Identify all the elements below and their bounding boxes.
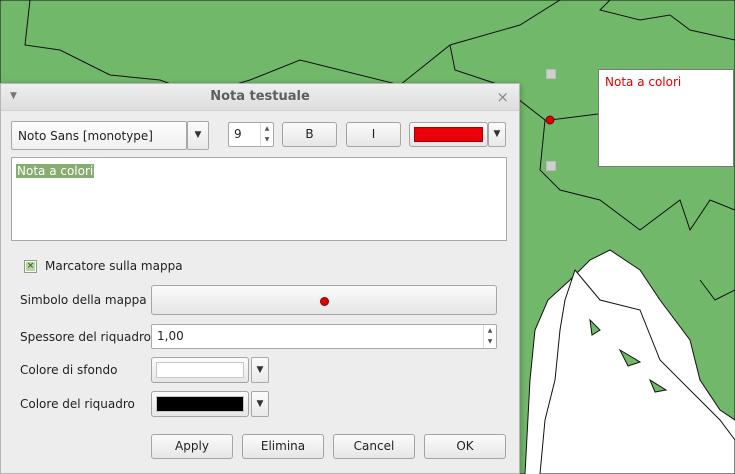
frame-width-value: 1,00 — [157, 329, 184, 343]
chevron-down-icon: ▼ — [493, 129, 501, 139]
background-color-button[interactable] — [151, 357, 249, 383]
marker-checkbox-label[interactable]: Marcatore sulla mappa — [45, 259, 183, 273]
background-color-dropdown[interactable]: ▼ — [251, 357, 269, 383]
resize-handle-bottom[interactable] — [546, 161, 556, 171]
cancel-label: Cancel — [353, 439, 395, 453]
annotation-box[interactable]: Nota a colori — [598, 69, 734, 167]
background-color-label: Colore di sfondo — [20, 363, 118, 377]
spin-arrows-icon[interactable]: ▲ ▼ — [260, 123, 273, 146]
annotation-text: Nota a colori — [605, 75, 682, 89]
frame-color-dropdown[interactable]: ▼ — [251, 391, 269, 417]
frame-color-swatch — [156, 396, 244, 412]
bold-button[interactable]: B — [282, 122, 337, 147]
chevron-down-icon: ▼ — [194, 130, 202, 140]
dialog-title: Nota testuale — [210, 89, 310, 104]
ok-button[interactable]: OK — [424, 434, 506, 459]
frame-width-spinbox[interactable]: 1,00 ▲ ▼ — [151, 324, 497, 349]
resize-handle-top[interactable] — [546, 69, 556, 79]
ok-label: OK — [456, 439, 474, 453]
symbol-label: Simbolo della mappa — [20, 293, 147, 307]
text-annotation-dialog: ▼ Nota testuale × Noto Sans [monotype] ▼… — [0, 83, 520, 474]
marker-symbol-icon — [320, 297, 329, 306]
apply-label: Apply — [175, 439, 209, 453]
annotation-marker[interactable] — [545, 115, 555, 125]
font-family-value: Noto Sans [monotype] — [18, 129, 153, 143]
apply-button[interactable]: Apply — [151, 434, 233, 459]
editor-selected-text: Nota a colori — [16, 164, 95, 178]
chevron-down-icon: ▼ — [256, 365, 264, 375]
annotation-text-editor[interactable]: Nota a colori — [11, 157, 507, 241]
spin-arrows-icon[interactable]: ▲ ▼ — [483, 325, 496, 348]
close-icon[interactable]: × — [496, 88, 509, 106]
frame-color-label: Colore del riquadro — [20, 397, 135, 411]
check-icon: × — [26, 261, 35, 271]
bold-label: B — [305, 127, 314, 141]
italic-button[interactable]: I — [346, 122, 401, 147]
cancel-button[interactable]: Cancel — [333, 434, 415, 459]
text-color-dropdown[interactable]: ▼ — [488, 122, 506, 147]
map-symbol-button[interactable] — [151, 285, 497, 315]
font-size-value: 9 — [234, 127, 242, 141]
delete-button[interactable]: Elimina — [242, 434, 324, 459]
font-family-combo[interactable]: Noto Sans [monotype] — [11, 121, 187, 150]
italic-label: I — [371, 127, 376, 141]
frame-color-button[interactable] — [151, 391, 249, 417]
background-color-swatch — [156, 362, 244, 378]
delete-label: Elimina — [260, 439, 306, 453]
dialog-titlebar[interactable]: ▼ Nota testuale × — [1, 84, 519, 111]
marker-checkbox[interactable]: × — [24, 260, 37, 273]
frame-width-label: Spessore del riquadro — [20, 330, 151, 344]
text-color-button[interactable] — [409, 122, 488, 147]
font-family-dropdown[interactable]: ▼ — [187, 121, 209, 150]
font-size-spinbox[interactable]: 9 ▲ ▼ — [228, 122, 274, 147]
chevron-down-icon: ▼ — [256, 399, 264, 409]
text-color-swatch — [414, 127, 483, 142]
